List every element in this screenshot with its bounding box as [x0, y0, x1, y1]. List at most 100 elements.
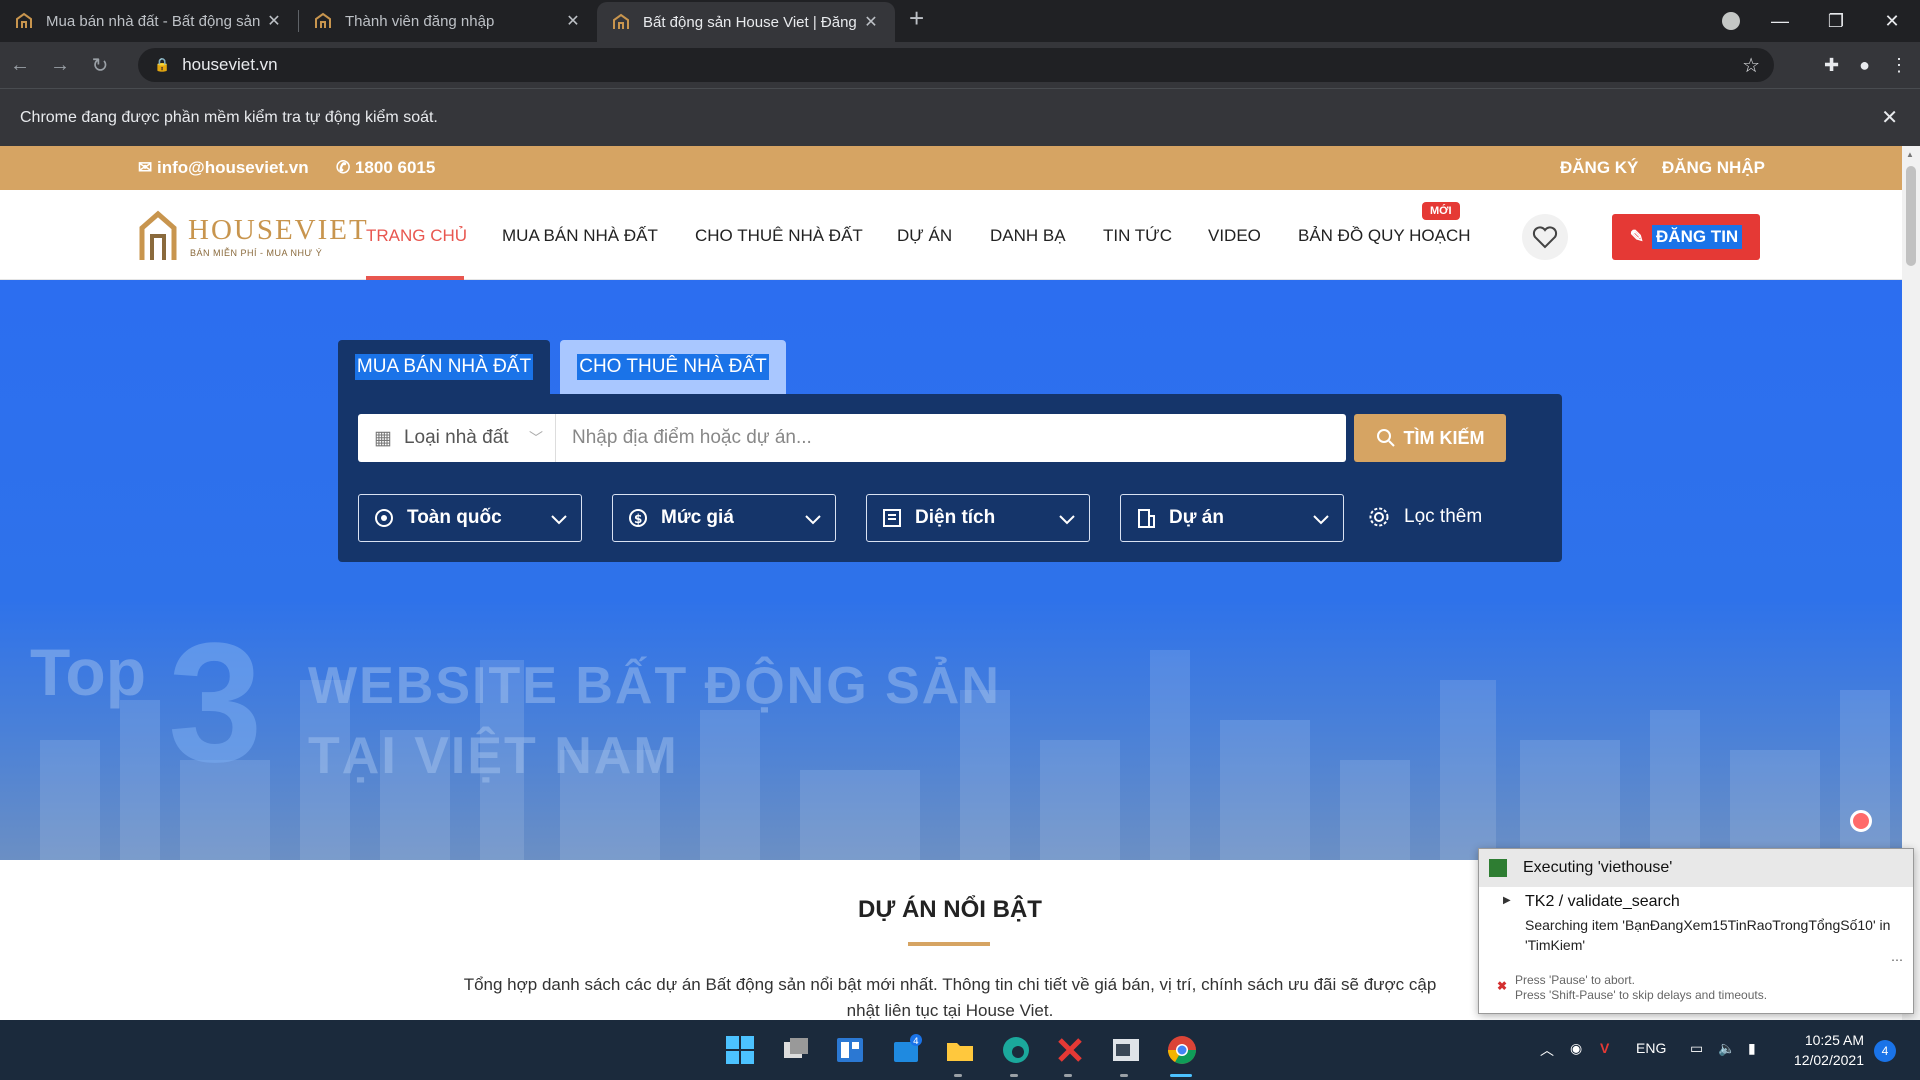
area-filter[interactable]: Diện tích: [866, 494, 1090, 542]
nav-planning-map[interactable]: BẢN ĐỒ QUY HOẠCH: [1298, 226, 1471, 246]
login-link[interactable]: ĐĂNG NHẬP: [1662, 158, 1765, 178]
back-icon[interactable]: ←: [0, 54, 40, 77]
post-button-label: ĐĂNG TIN: [1652, 225, 1743, 249]
window-close-icon[interactable]: ✕: [1864, 11, 1920, 32]
nav-home[interactable]: TRANG CHỦ: [366, 226, 467, 246]
volume-icon[interactable]: 🔈: [1718, 1040, 1735, 1057]
browser-tab-3[interactable]: Bất động sản House Viet | Đăng t ✕: [597, 2, 895, 42]
play-icon: [1489, 859, 1507, 877]
search-input[interactable]: [556, 414, 1346, 462]
favorites-button[interactable]: [1522, 214, 1568, 260]
price-filter[interactable]: $ Mức giá: [612, 494, 836, 542]
infobar-close-icon[interactable]: ✕: [1881, 105, 1898, 130]
battery-icon[interactable]: ▮: [1748, 1040, 1756, 1057]
running-indicator: [954, 1074, 962, 1077]
scroll-up-icon[interactable]: ▲: [1906, 150, 1914, 159]
address-bar[interactable]: 🔒 houseviet.vn ☆: [138, 48, 1774, 82]
store-icon[interactable]: 4: [890, 1034, 922, 1066]
lock-icon[interactable]: 🔒: [154, 57, 170, 73]
banner-number: 3: [168, 608, 263, 798]
language-indicator[interactable]: ENG: [1636, 1040, 1666, 1056]
tab-search-icon[interactable]: [1722, 12, 1740, 30]
chevron-up-icon[interactable]: ︿: [1540, 1040, 1554, 1060]
nav-rent[interactable]: CHO THUÊ NHÀ ĐẤT: [695, 226, 863, 246]
browser-tab-2[interactable]: Thành viên đăng nhập ✕: [299, 3, 597, 39]
logo-mark-icon: [139, 210, 177, 260]
network-icon[interactable]: ▭: [1690, 1040, 1703, 1057]
toolbar-icons: ✚ ● ⋮: [1824, 55, 1908, 76]
chrome-icon[interactable]: [1166, 1034, 1198, 1066]
profile-icon[interactable]: ●: [1859, 55, 1870, 76]
location-filter[interactable]: Toàn quốc: [358, 494, 582, 542]
main-navigation: HOUSEVIET BÁN MIỄN PHÍ - MUA NHƯ Ý TRANG…: [0, 190, 1902, 280]
browser-tab-1[interactable]: Mua bán nhà đất - Bất động sản ✕: [0, 3, 298, 39]
logo-text: HOUSEVIET: [188, 214, 369, 246]
chevron-down-icon: [1059, 515, 1075, 525]
tab-title: Thành viên đăng nhập: [345, 12, 495, 30]
widgets-icon[interactable]: [834, 1034, 866, 1066]
search-button[interactable]: TÌM KIẾM: [1354, 414, 1506, 462]
task-view-icon[interactable]: [780, 1034, 812, 1066]
forward-icon[interactable]: →: [40, 54, 80, 77]
location-icon: [375, 509, 393, 527]
testing-tool-icon[interactable]: [1054, 1034, 1086, 1066]
houseviet-favicon: [613, 13, 629, 29]
post-listing-button[interactable]: ✎ ĐĂNG TIN: [1612, 214, 1760, 260]
extensions-icon[interactable]: ✚: [1824, 55, 1839, 76]
contact-topbar: ✉ info@houseviet.vn ✆ 1800 6015 ĐĂNG KÝ …: [0, 146, 1902, 190]
automation-infobar: Chrome đang được phần mềm kiểm tra tự độ…: [0, 88, 1920, 146]
infobar-text: Chrome đang được phần mềm kiểm tra tự độ…: [20, 108, 438, 126]
execution-hints: Press 'Pause' to abort. Press 'Shift-Pau…: [1515, 973, 1768, 1002]
execution-header: Executing 'viethouse': [1479, 849, 1913, 887]
terminal-icon[interactable]: [1110, 1034, 1142, 1066]
notification-count[interactable]: 4: [1874, 1040, 1896, 1062]
nav-directory[interactable]: DANH BẠ: [990, 226, 1066, 246]
nav-news[interactable]: TIN TỨC: [1103, 226, 1172, 246]
close-icon[interactable]: ✕: [264, 11, 284, 31]
tab-rent[interactable]: CHO THUÊ NHÀ ĐẤT: [560, 340, 786, 394]
dollar-icon: $: [629, 509, 647, 527]
hero-search-section: MUA BÁN NHÀ ĐẤT CHO THUÊ NHÀ ĐẤT ▦ Loại …: [0, 280, 1902, 860]
reload-icon[interactable]: ↻: [80, 53, 120, 78]
start-icon[interactable]: [724, 1034, 756, 1066]
tab-buy-sell[interactable]: MUA BÁN NHÀ ĐẤT: [338, 340, 550, 394]
expand-icon[interactable]: ▶: [1503, 895, 1511, 906]
site-logo[interactable]: HOUSEVIET BÁN MIỄN PHÍ - MUA NHƯ Ý: [138, 210, 367, 262]
project-filter[interactable]: Dự án: [1120, 494, 1344, 542]
browser-tab-strip: Mua bán nhà đất - Bất động sản ✕ Thành v…: [0, 0, 1920, 42]
building-icon: [1138, 509, 1155, 528]
close-icon[interactable]: ✕: [563, 11, 583, 31]
nav-video[interactable]: VIDEO: [1208, 226, 1261, 246]
nav-buy-sell[interactable]: MUA BÁN NHÀ ĐẤT: [502, 226, 658, 246]
property-type-select[interactable]: ▦ Loại nhà đất ﹀: [358, 414, 556, 462]
nav-projects[interactable]: DỰ ÁN: [897, 226, 952, 246]
file-explorer-icon[interactable]: [944, 1034, 976, 1066]
chevron-down-icon: [551, 515, 567, 525]
system-clock[interactable]: 10:25 AM 12/02/2021: [1778, 1030, 1864, 1070]
restore-icon[interactable]: ❐: [1808, 11, 1864, 32]
area-icon: [883, 509, 901, 527]
more-filters-button[interactable]: Lọc thêm: [1368, 506, 1482, 528]
banner-line-1: WEBSITE BẤT ĐỘNG SẢN: [308, 657, 1001, 715]
windows-taskbar: 4 ︿ ◉ V ENG ▭ 🔈 ▮ 10:25 AM 12/02/2021 4: [0, 1020, 1920, 1080]
close-icon[interactable]: ✕: [861, 12, 881, 32]
running-indicator: [1010, 1074, 1018, 1077]
title-underline: [908, 942, 990, 946]
abort-icon: ✖: [1497, 979, 1508, 993]
antivirus-icon[interactable]: V: [1600, 1040, 1609, 1056]
phone-link[interactable]: ✆ 1800 6015: [336, 158, 435, 178]
houseviet-favicon: [315, 12, 331, 28]
banner-line-2: TẠI VIỆT NAM: [308, 727, 679, 785]
bookmark-star-icon[interactable]: ☆: [1742, 53, 1760, 78]
discord-icon[interactable]: ◉: [1570, 1040, 1582, 1057]
scrollbar-thumb[interactable]: [1906, 166, 1916, 266]
edge-icon[interactable]: [1000, 1034, 1032, 1066]
search-icon: [1376, 429, 1395, 447]
register-link[interactable]: ĐĂNG KÝ: [1560, 158, 1638, 178]
minimize-icon[interactable]: —: [1752, 11, 1808, 32]
building-icon: ▦: [374, 427, 392, 449]
window-controls: — ❐ ✕: [1752, 0, 1920, 42]
new-tab-button[interactable]: +: [909, 3, 924, 34]
email-link[interactable]: ✉ info@houseviet.vn: [138, 158, 309, 178]
menu-icon[interactable]: ⋮: [1890, 55, 1908, 76]
